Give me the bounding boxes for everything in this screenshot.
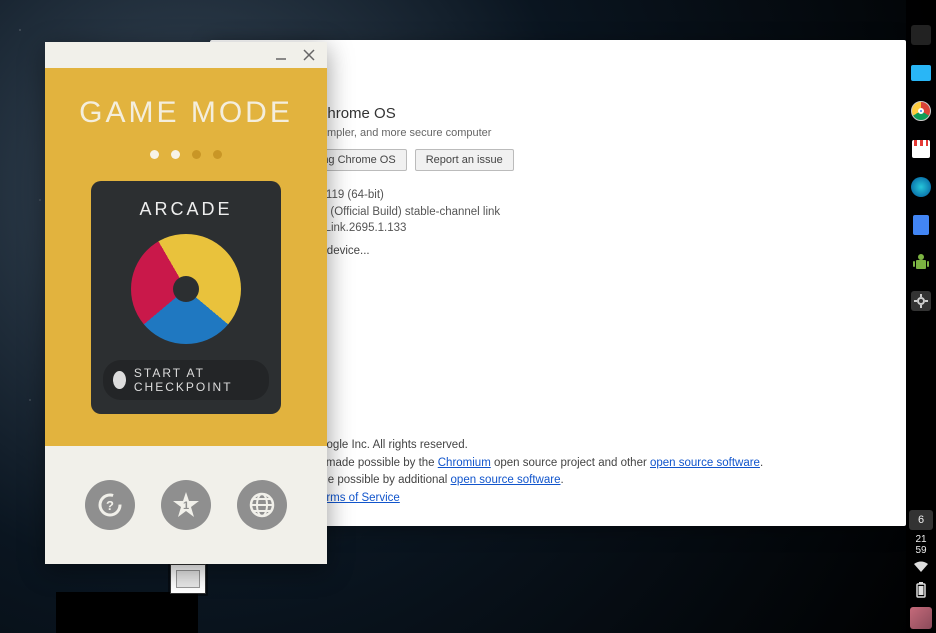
about-heading: About (230, 58, 886, 81)
product-tagline: The faster, simpler, and more secure com… (264, 127, 886, 139)
shelf-app-chrome[interactable] (910, 100, 932, 122)
product-row: Google Chrome OS (230, 101, 886, 125)
checkpoint-row[interactable]: START AT CHECKPOINT (103, 360, 269, 400)
refresh-question-icon: ? (96, 491, 124, 519)
desktop-wallpaper: About Google Chrome OS The faster, simpl… (0, 0, 936, 633)
shelf-app-webstore[interactable] (910, 138, 932, 160)
about-button-row: Get help with using Chrome OS Report an … (230, 149, 886, 171)
system-tray[interactable]: 6 21 59 (906, 506, 936, 633)
report-issue-button[interactable]: Report an issue (415, 149, 514, 171)
page-dot-4[interactable] (213, 150, 222, 159)
game-bottom-bar: ? 1 (45, 446, 327, 564)
oss-link-2[interactable]: open source software (451, 474, 561, 486)
globe-icon (248, 491, 276, 519)
shelf-app-terminal[interactable] (910, 24, 932, 46)
globe-button[interactable] (237, 480, 287, 530)
gear-icon (914, 294, 928, 308)
arcade-card[interactable]: ARCADE START AT CHECKPOINT (91, 181, 281, 414)
chromium-link[interactable]: Chromium (438, 457, 491, 469)
footer-brand: Google Chrome (230, 419, 886, 437)
period1: . (760, 457, 763, 469)
version-line: Version 37.0.2062.119 (64-bit) (230, 187, 886, 204)
shelf-settings[interactable] (910, 290, 932, 312)
minimize-button[interactable] (273, 47, 289, 63)
notification-count-badge[interactable]: 6 (909, 510, 933, 530)
clock-hours: 21 (915, 534, 926, 545)
checkpoint-dot-icon (113, 371, 126, 389)
tos-link[interactable]: Terms of Service (314, 492, 400, 504)
android-icon (911, 253, 931, 273)
game-mode-heading: GAME MODE (79, 96, 293, 130)
close-icon (303, 49, 315, 61)
firmware-line: Firmware Google_Link.2695.1.133 (230, 220, 886, 237)
page-dot-1[interactable] (150, 150, 159, 159)
help-round-button[interactable]: ? (85, 480, 135, 530)
shelf-app-docs[interactable] (910, 214, 932, 236)
svg-text:?: ? (106, 498, 114, 513)
footer-chrome-mid: open source project and other (491, 457, 650, 469)
color-wheel-icon (131, 234, 241, 344)
footer-tos-line: Google Chrome Terms of Service (230, 490, 886, 508)
footer-chrome-line: Google Chrome is made possible by the Ch… (230, 455, 886, 473)
game-app-window: GAME MODE ARCADE START AT CHECKPOINT (45, 42, 327, 564)
shelf-app-android[interactable] (910, 252, 932, 274)
page-dot-3[interactable] (192, 150, 201, 159)
user-avatar[interactable] (910, 607, 932, 629)
page-dot-2[interactable] (171, 150, 180, 159)
shelf: 6 21 59 (906, 0, 936, 633)
level-badge-button[interactable]: 1 (161, 480, 211, 530)
shelf-app-circle[interactable] (910, 176, 932, 198)
game-top-panel: GAME MODE ARCADE START AT CHECKPOINT (45, 68, 327, 446)
update-status-row: Updating your device... (230, 245, 886, 257)
close-button[interactable] (301, 47, 317, 63)
wifi-icon[interactable] (913, 560, 929, 578)
arcade-card-title: ARCADE (139, 199, 232, 220)
window-thumbnail[interactable] (170, 564, 206, 594)
thumbnail-preview-icon (176, 570, 200, 588)
footer-chromeos-line: Chrome OS is made possible by additional… (230, 472, 886, 490)
oss-link[interactable]: open source software (650, 457, 760, 469)
star-badge-icon: 1 (171, 490, 201, 520)
shelf-strip (56, 592, 198, 633)
clock[interactable]: 21 59 (915, 534, 926, 556)
more-info-link[interactable]: More info... (230, 271, 886, 285)
footer-copyright: Copyright 2014 Google Inc. All rights re… (230, 437, 886, 455)
battery-icon[interactable] (916, 582, 926, 603)
shelf-app-files[interactable] (910, 62, 932, 84)
level-number: 1 (183, 500, 189, 512)
minimize-icon (275, 49, 287, 61)
clock-minutes: 59 (915, 545, 926, 556)
about-footer: Google Chrome Copyright 2014 Google Inc.… (230, 419, 886, 508)
platform-line: Platform 5978.80.0 (Official Build) stab… (230, 204, 886, 221)
update-percent: 100% (230, 259, 886, 271)
checkpoint-label: START AT CHECKPOINT (134, 366, 259, 394)
version-block: Version 37.0.2062.119 (64-bit) Platform … (230, 187, 886, 237)
titlebar (45, 42, 327, 68)
period2: . (560, 474, 563, 486)
page-dots (150, 150, 222, 159)
